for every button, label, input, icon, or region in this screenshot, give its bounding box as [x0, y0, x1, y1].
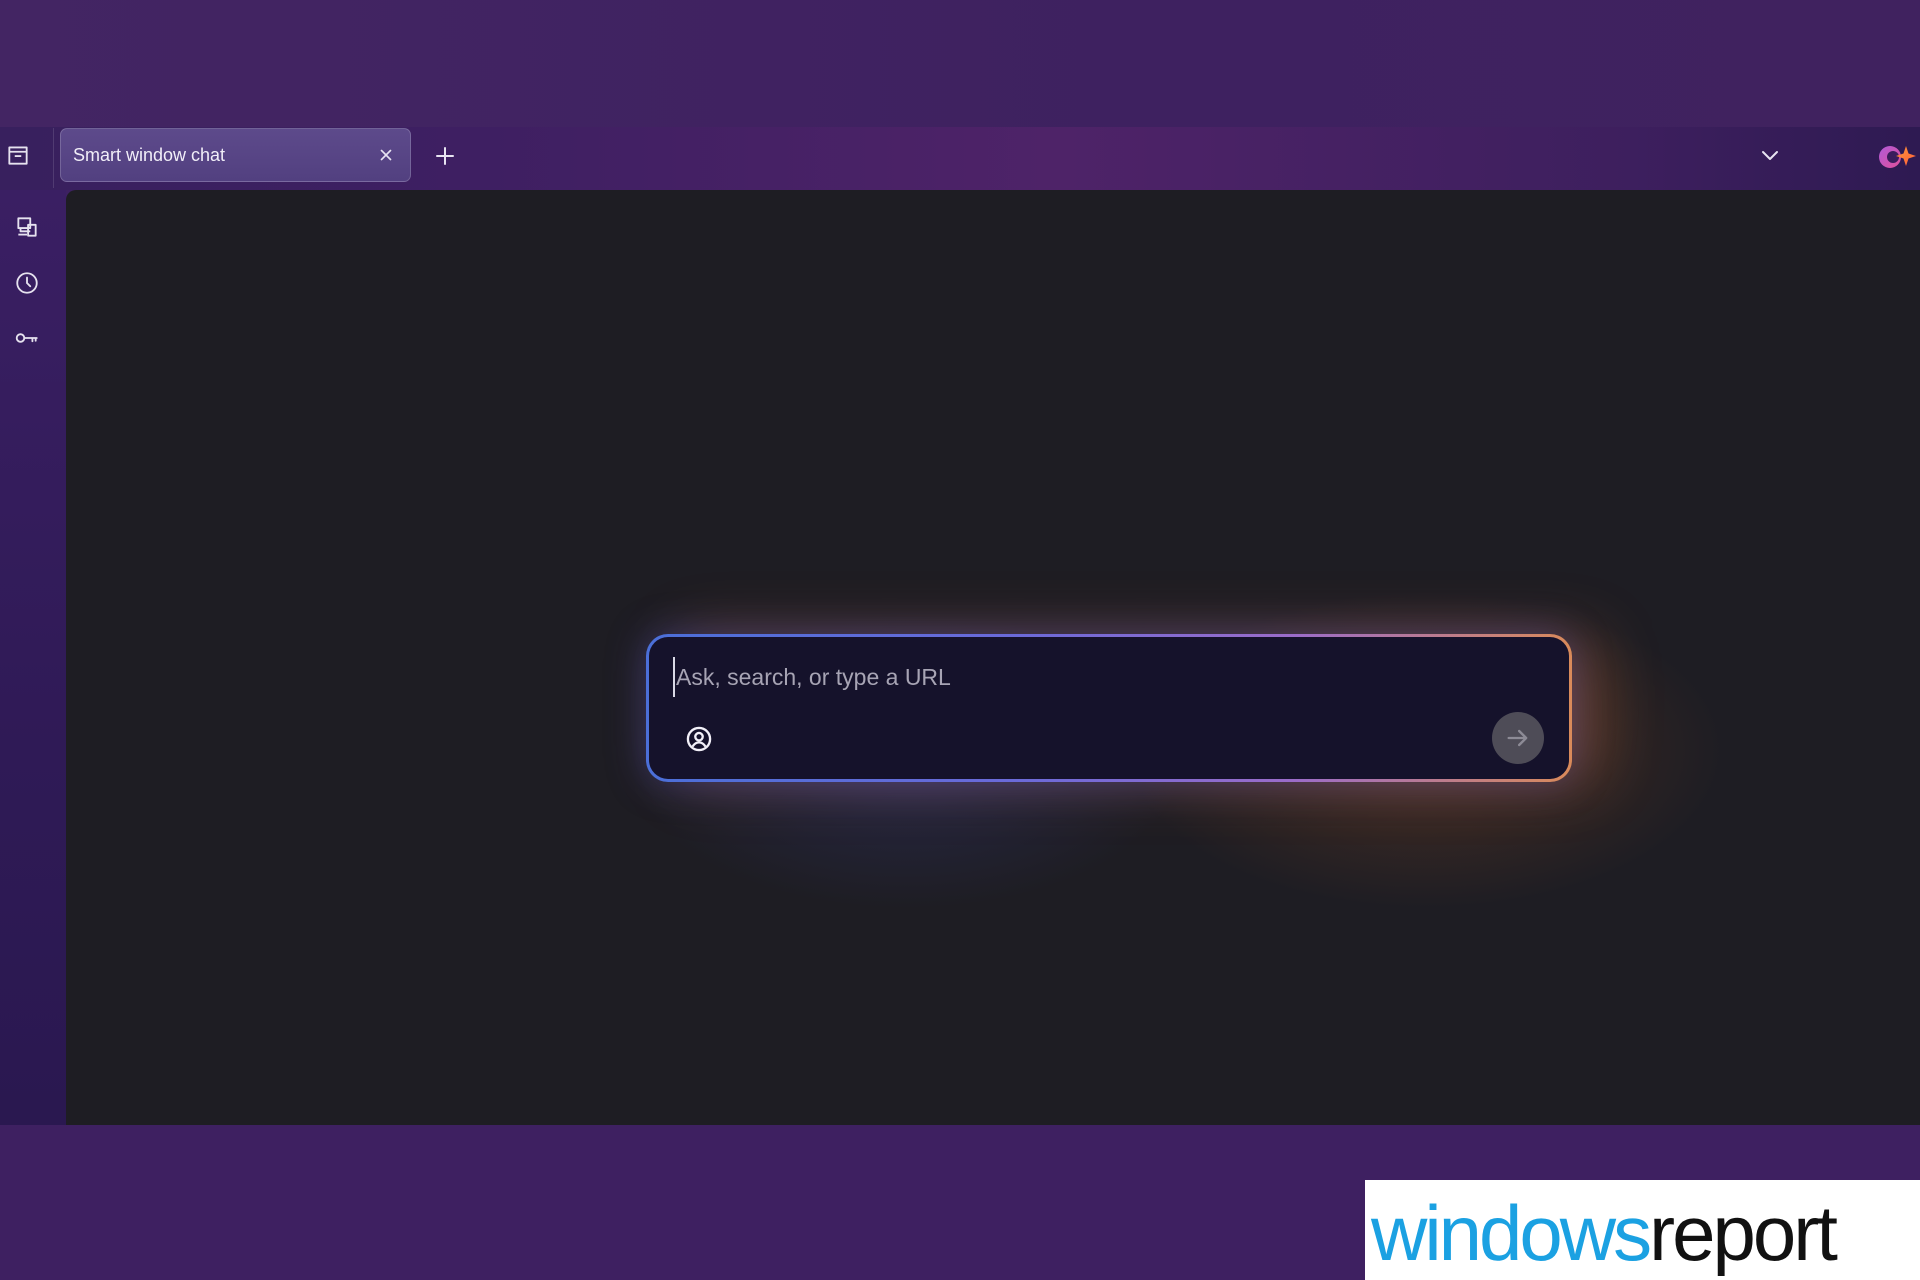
key-icon [15, 333, 38, 343]
sidebar-item-synced-devices[interactable] [10, 210, 44, 244]
devices-icon [17, 217, 37, 237]
chevron-down-icon [1762, 151, 1778, 160]
plus-icon [436, 147, 454, 165]
tab-close-button[interactable] [366, 135, 406, 175]
sidebar-item-passwords[interactable] [10, 321, 44, 355]
tab-smart-window-chat[interactable]: Smart window chat [60, 128, 411, 182]
windowsreport-logo: windowsreport [1370, 1189, 1841, 1277]
tab-groups-button[interactable] [1, 138, 35, 172]
tab-list-button[interactable] [1752, 138, 1788, 172]
sidebar-divider [53, 128, 54, 188]
sidebar-item-history[interactable] [10, 266, 44, 300]
persona-button[interactable] [683, 723, 715, 755]
tab-title: Smart window chat [73, 144, 226, 165]
arrow-right-icon [1507, 729, 1528, 747]
smart-window-content [66, 190, 1920, 1125]
smart-prompt-box [646, 634, 1572, 782]
submit-button[interactable] [1492, 712, 1544, 764]
windowsreport-watermark: windowsreport [1365, 1180, 1920, 1280]
close-icon [380, 149, 392, 161]
person-circle-icon [686, 726, 712, 752]
archive-box-icon [8, 146, 28, 165]
clock-icon [16, 272, 38, 294]
assistant-sparkle-icon [1879, 146, 1916, 168]
window-top-band [0, 0, 1920, 127]
new-tab-button[interactable] [427, 138, 463, 174]
assistant-sparkle-button[interactable] [1876, 140, 1916, 172]
svg-text:windowsreport: windowsreport [1370, 1189, 1838, 1277]
prompt-inner [649, 637, 1569, 779]
ask-search-url-input[interactable] [673, 657, 1493, 697]
